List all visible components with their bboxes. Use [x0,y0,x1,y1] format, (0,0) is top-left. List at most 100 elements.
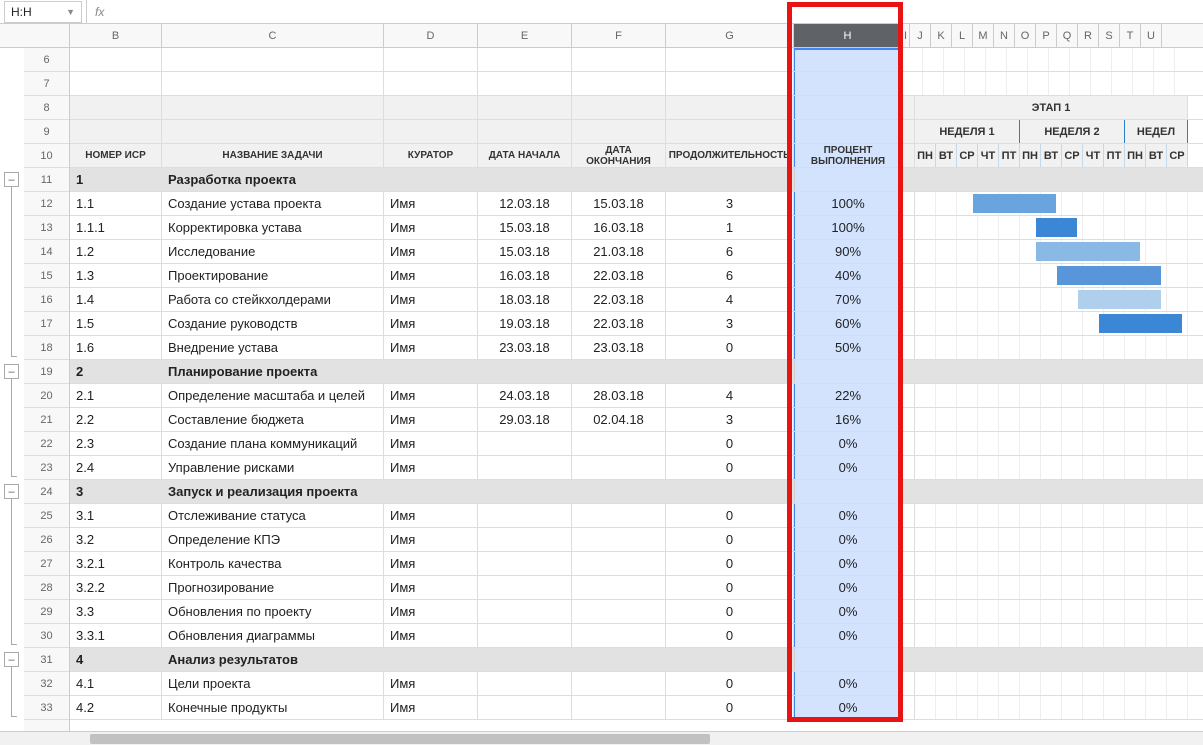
cell-percent[interactable]: 0% [794,600,902,623]
cell[interactable] [1154,72,1175,95]
cell-start[interactable] [478,528,572,551]
gantt-cell[interactable] [936,240,957,263]
gantt-cell[interactable] [957,696,978,719]
gantt-cell[interactable] [978,456,999,479]
gantt-cell[interactable] [936,696,957,719]
cell-end[interactable] [572,648,666,671]
cell-percent[interactable]: 16% [794,408,902,431]
cell[interactable] [923,48,944,71]
cell-start[interactable] [478,696,572,719]
gantt-cell[interactable] [1104,576,1125,599]
gantt-cell[interactable] [1041,360,1062,383]
day-header[interactable]: ВТ [936,144,957,167]
gantt-cell[interactable] [1104,600,1125,623]
cell-wbs[interactable]: 2 [70,360,162,383]
gantt-cell[interactable] [1146,552,1167,575]
cell-start[interactable] [478,432,572,455]
gantt-cell[interactable] [1020,480,1041,503]
cell-owner[interactable]: Имя [384,240,478,263]
gantt-cell[interactable] [936,552,957,575]
cell-owner[interactable]: Имя [384,552,478,575]
collapse-button[interactable]: – [4,484,19,499]
gantt-cell[interactable] [1167,192,1188,215]
gantt-cell[interactable] [936,672,957,695]
gantt-cell[interactable] [1146,168,1167,191]
cell-end[interactable] [572,504,666,527]
cell-owner[interactable]: Имя [384,288,478,311]
cell-duration[interactable]: 0 [666,336,794,359]
column-header-Q[interactable]: Q [1057,24,1078,47]
cell-wbs[interactable]: 3.3 [70,600,162,623]
column-header-M[interactable]: M [973,24,994,47]
gantt-cell[interactable] [1062,696,1083,719]
cell[interactable] [666,72,794,95]
gantt-cell[interactable] [936,216,957,239]
cell[interactable] [902,504,915,527]
gantt-cell[interactable] [1041,648,1062,671]
cell-wbs[interactable]: 1.3 [70,264,162,287]
cell-start[interactable] [478,168,572,191]
gantt-cell[interactable] [915,696,936,719]
cell-owner[interactable]: Имя [384,336,478,359]
cell-start[interactable]: 15.03.18 [478,240,572,263]
gantt-cell[interactable] [1020,168,1041,191]
gantt-cell[interactable] [1125,696,1146,719]
week-header[interactable]: НЕДЕЛЯ 1 [915,120,1020,143]
gantt-cell[interactable] [1125,504,1146,527]
gantt-cell[interactable] [1125,672,1146,695]
cell-percent[interactable] [794,360,902,383]
gantt-cell[interactable] [999,624,1020,647]
cell-percent[interactable] [794,168,902,191]
cell-start[interactable]: 12.03.18 [478,192,572,215]
gantt-cell[interactable] [1020,576,1041,599]
column-header-T[interactable]: T [1120,24,1141,47]
gantt-cell[interactable] [1167,432,1188,455]
cell-owner[interactable] [384,480,478,503]
cell-duration[interactable] [666,648,794,671]
cell-wbs[interactable]: 3.1 [70,504,162,527]
gantt-cell[interactable] [1146,696,1167,719]
cell-percent[interactable] [794,648,902,671]
cell-owner[interactable] [384,648,478,671]
gantt-cell[interactable] [957,648,978,671]
gantt-cell[interactable] [915,648,936,671]
gantt-cell[interactable] [1167,552,1188,575]
cell[interactable] [902,240,915,263]
gantt-cell[interactable] [936,432,957,455]
cell-start[interactable]: 18.03.18 [478,288,572,311]
gantt-cell[interactable] [1125,624,1146,647]
gantt-cell[interactable] [957,624,978,647]
gantt-cell[interactable] [936,480,957,503]
gantt-cell[interactable] [999,480,1020,503]
column-header-O[interactable]: O [1015,24,1036,47]
cell[interactable] [162,72,384,95]
cell-wbs[interactable]: 3.2.1 [70,552,162,575]
gantt-cell[interactable] [1125,576,1146,599]
gantt-cell[interactable] [1041,552,1062,575]
cell-end[interactable] [572,456,666,479]
day-header[interactable]: СР [957,144,978,167]
gantt-cell[interactable] [1104,192,1125,215]
cell-duration[interactable]: 0 [666,456,794,479]
cell[interactable] [986,48,1007,71]
gantt-cell[interactable] [978,528,999,551]
day-header[interactable]: ПТ [999,144,1020,167]
gantt-cell[interactable] [1062,552,1083,575]
gantt-cell[interactable] [1167,288,1188,311]
cell-owner[interactable]: Имя [384,432,478,455]
cell-duration[interactable]: 0 [666,504,794,527]
cell[interactable] [794,72,902,95]
gantt-cell[interactable] [1125,168,1146,191]
gantt-cell[interactable] [978,696,999,719]
gantt-cell[interactable] [1083,552,1104,575]
cell-start[interactable]: 16.03.18 [478,264,572,287]
header-D[interactable]: КУРАТОР [384,144,478,167]
cell-end[interactable]: 22.03.18 [572,288,666,311]
gantt-cell[interactable] [936,576,957,599]
gantt-cell[interactable] [1041,504,1062,527]
cell-start[interactable] [478,648,572,671]
gantt-cell[interactable] [1083,576,1104,599]
gantt-cell[interactable] [999,384,1020,407]
cell-duration[interactable] [666,168,794,191]
gantt-cell[interactable] [1104,336,1125,359]
